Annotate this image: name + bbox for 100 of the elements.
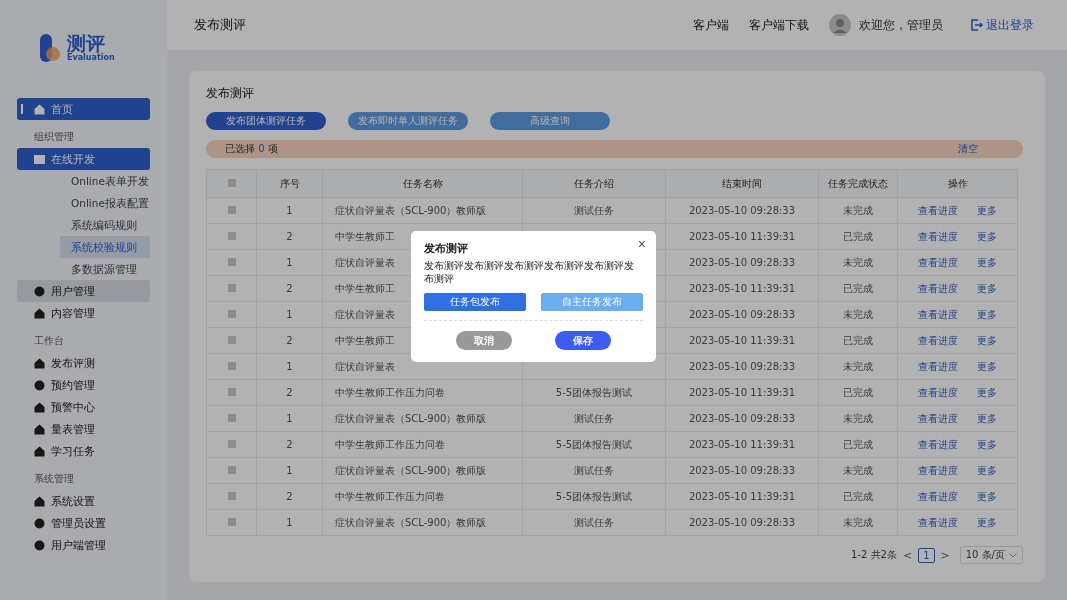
submenu-item[interactable]: Online报表配置 <box>60 192 150 214</box>
sidebar-item[interactable]: 发布评测 <box>17 352 150 374</box>
submenu-item[interactable]: 系统编码规则 <box>60 214 150 236</box>
table-cell: 已完成 <box>818 379 898 406</box>
table-cell: 测试任务 <box>574 516 614 528</box>
sidebar-item[interactable]: 预警中心 <box>17 396 150 418</box>
action-link[interactable]: 查看进度 <box>917 437 958 452</box>
action-link[interactable]: 查看进度 <box>917 229 958 244</box>
action-link[interactable]: 更多 <box>977 411 998 426</box>
table-cell: 2023-05-10 11:39:31 <box>665 223 819 250</box>
checkbox[interactable] <box>227 310 236 318</box>
table-cell: 症状自评量表（SCL-900）教师版 <box>335 204 487 216</box>
action-link[interactable]: 查看进度 <box>917 307 958 322</box>
submenu-item[interactable]: Online表单开发 <box>60 170 150 192</box>
table-cell: 未完成 <box>818 301 898 328</box>
logo-title: 测评 <box>67 33 105 53</box>
table-cell: 1 <box>256 197 323 224</box>
sidebar-item[interactable]: 内容管理 <box>17 302 150 324</box>
checkbox[interactable] <box>227 362 236 370</box>
sidebar-item[interactable]: 用户管理 <box>17 280 150 302</box>
cancel-button[interactable]: 取消 <box>455 331 512 350</box>
table-cell: 已完成 <box>818 431 898 458</box>
table-cell: 1 <box>256 509 323 536</box>
action-link[interactable]: 更多 <box>977 333 998 348</box>
action-link[interactable]: 更多 <box>977 229 998 244</box>
table-cell: 1 <box>256 457 323 484</box>
table-cell: 1 <box>256 353 323 380</box>
sidebar-item[interactable]: 预约管理 <box>17 374 150 396</box>
clear-link[interactable]: 清空 <box>958 142 978 156</box>
checkbox[interactable] <box>227 492 236 500</box>
checkbox[interactable] <box>227 258 236 266</box>
chevron-down-icon <box>1009 552 1017 558</box>
table-cell: 2023-05-10 09:28:33 <box>665 197 819 224</box>
action-link[interactable]: 查看进度 <box>917 515 958 530</box>
action-link[interactable]: 查看进度 <box>917 385 958 400</box>
action-tab[interactable]: 高级查询 <box>490 112 610 130</box>
column-header: 序号 <box>256 169 323 198</box>
dialog-title: 发布测评 <box>424 241 468 256</box>
checkbox[interactable] <box>227 388 236 396</box>
action-link[interactable]: 更多 <box>977 255 998 270</box>
sidebar-item[interactable]: 首页 <box>17 98 150 120</box>
column-header: 任务介绍 <box>522 169 666 198</box>
header-link[interactable]: 客户端下载 <box>749 16 809 34</box>
close-button[interactable]: × <box>635 237 648 251</box>
checkbox[interactable] <box>227 179 236 187</box>
action-link[interactable]: 查看进度 <box>917 203 958 218</box>
checkbox[interactable] <box>227 518 236 526</box>
action-link[interactable]: 查看进度 <box>917 359 958 374</box>
action-tab[interactable]: 发布团体测评任务 <box>206 112 326 130</box>
action-tab[interactable]: 发布即时单人测评任务 <box>348 112 468 130</box>
action-link[interactable]: 查看进度 <box>917 281 958 296</box>
action-link[interactable]: 更多 <box>977 307 998 322</box>
action-link[interactable]: 查看进度 <box>917 463 958 478</box>
column-header: 任务完成状态 <box>818 169 898 198</box>
save-button[interactable]: 保存 <box>555 331 612 350</box>
checkbox[interactable] <box>227 466 236 474</box>
submenu-item[interactable]: 系统校验规则 <box>60 236 150 258</box>
action-link[interactable]: 更多 <box>977 203 998 218</box>
checkbox[interactable] <box>227 440 236 448</box>
action-link[interactable]: 更多 <box>977 489 998 504</box>
action-link[interactable]: 更多 <box>977 359 998 374</box>
header-link[interactable]: 客户端 <box>693 16 729 34</box>
table-cell: 2023-05-10 11:39:31 <box>665 483 819 510</box>
logo-subtitle: Evaluation <box>67 53 115 62</box>
action-link[interactable]: 查看进度 <box>917 333 958 348</box>
logo-icon <box>39 33 63 62</box>
table-cell: 测试任务 <box>574 412 614 424</box>
checkbox[interactable] <box>227 206 236 214</box>
logout-link[interactable]: 退出登录 <box>971 16 1034 34</box>
previous-page[interactable]: < <box>902 548 913 562</box>
table-cell: 2023-05-10 11:39:31 <box>665 275 819 302</box>
action-link[interactable]: 查看进度 <box>917 255 958 270</box>
checkbox[interactable] <box>227 284 236 292</box>
page-size-select[interactable]: 10 条/页 <box>959 546 1023 564</box>
action-link[interactable]: 查看进度 <box>917 411 958 426</box>
action-link[interactable]: 更多 <box>977 281 998 296</box>
next-page[interactable]: > <box>940 548 950 562</box>
action-link[interactable]: 更多 <box>977 385 998 400</box>
sidebar-item[interactable]: 管理员设置 <box>17 512 150 534</box>
action-link[interactable]: 更多 <box>977 437 998 452</box>
page-number[interactable]: 1 <box>918 547 935 563</box>
option-button[interactable]: 任务包发布 <box>424 293 526 311</box>
action-link[interactable]: 更多 <box>977 515 998 530</box>
sidebar-item[interactable]: 系统设置 <box>17 490 150 512</box>
sidebar-item[interactable]: 学习任务 <box>17 440 150 462</box>
checkbox[interactable] <box>227 232 236 240</box>
table-cell: 测试任务 <box>574 204 614 216</box>
column-header: 任务名称 <box>322 169 523 198</box>
sidebar-item[interactable]: 用户端管理 <box>17 534 150 556</box>
table-cell: 2023-05-10 11:39:31 <box>665 327 819 354</box>
table-cell: 2023-05-10 09:28:33 <box>665 249 819 276</box>
action-link[interactable]: 更多 <box>977 463 998 478</box>
checkbox[interactable] <box>227 336 236 344</box>
action-link[interactable]: 查看进度 <box>917 489 958 504</box>
checkbox[interactable] <box>227 414 236 422</box>
sidebar-item[interactable]: 在线开发 <box>17 148 150 170</box>
sidebar-item[interactable]: 量表管理 <box>17 418 150 440</box>
section-heading: 系统管理 <box>34 472 75 486</box>
submenu-item[interactable]: 多数据源管理 <box>60 258 150 280</box>
column-header: 结束时间 <box>665 169 819 198</box>
